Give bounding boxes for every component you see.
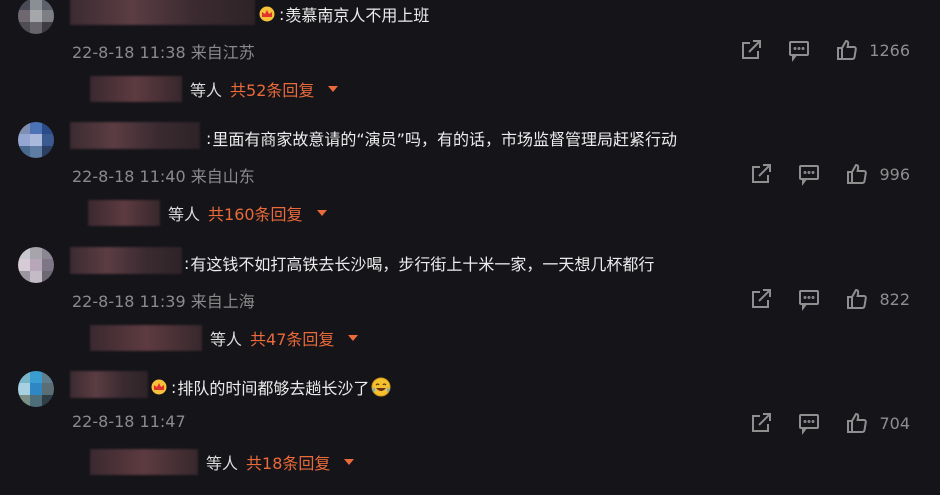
reply-suffix: 等人 bbox=[206, 454, 239, 473]
share-icon[interactable] bbox=[749, 162, 773, 186]
crown-icon bbox=[259, 6, 275, 22]
comment-icon[interactable] bbox=[797, 162, 821, 186]
reply-count-link[interactable]: 共18条回复 bbox=[246, 450, 355, 474]
comment-text-line: : 羡慕南京人不用上班 bbox=[258, 2, 429, 26]
share-icon[interactable] bbox=[749, 287, 773, 311]
reply-count-text: 共18条回复 bbox=[246, 454, 331, 473]
username-blurred[interactable] bbox=[70, 247, 182, 274]
comment-item: : 排队的时间都够去趟长沙了 22-8-18 11:47 704 等人 共18条… bbox=[0, 371, 940, 495]
dropdown-arrow-icon bbox=[328, 86, 339, 92]
avatar[interactable] bbox=[18, 371, 54, 407]
like-count: 704 bbox=[879, 413, 910, 433]
comment-meta: 22-8-18 11:47 bbox=[72, 412, 186, 431]
reply-suffix: 等人 bbox=[210, 330, 243, 349]
comment-meta: 22-8-18 11:40 来自山东 bbox=[72, 163, 255, 187]
avatar[interactable] bbox=[18, 247, 54, 283]
comment-text-line: : 里面有商家故意请的“演员”吗，有的话，市场监督管理局赶紧行动 bbox=[206, 126, 677, 150]
reply-count-text: 共47条回复 bbox=[250, 330, 335, 349]
comment-text: 排队的时间都够去趟长沙了 bbox=[177, 379, 370, 398]
share-icon[interactable] bbox=[739, 38, 763, 62]
like-count: 822 bbox=[879, 289, 910, 309]
reply-summary[interactable]: 等人 共52条回复 bbox=[90, 76, 339, 102]
reply-names-blurred bbox=[90, 449, 198, 475]
reply-count-link[interactable]: 共52条回复 bbox=[230, 77, 339, 101]
like-icon[interactable] bbox=[845, 411, 869, 435]
comment-time: 22-8-18 11:38 bbox=[72, 43, 186, 62]
reply-summary[interactable]: 等人 共47条回复 bbox=[90, 325, 359, 351]
like-icon[interactable] bbox=[835, 38, 859, 62]
avatar[interactable] bbox=[18, 0, 54, 34]
comment-location: 来自山东 bbox=[190, 167, 255, 186]
dropdown-arrow-icon bbox=[348, 335, 359, 341]
username-blurred[interactable] bbox=[70, 122, 200, 149]
comment-text-line: : 排队的时间都够去趟长沙了 bbox=[150, 375, 391, 399]
like-count: 996 bbox=[879, 164, 910, 184]
comment-actions: 996 bbox=[749, 162, 910, 186]
username-blurred[interactable] bbox=[70, 371, 148, 398]
share-icon[interactable] bbox=[749, 411, 773, 435]
comment-time: 22-8-18 11:47 bbox=[72, 412, 186, 431]
crown-icon bbox=[151, 379, 167, 395]
reply-suffix: 等人 bbox=[190, 81, 223, 100]
crying-laughing-emoji-icon bbox=[371, 377, 391, 397]
comment-item: : 里面有商家故意请的“演员”吗，有的话，市场监督管理局赶紧行动 22-8-18… bbox=[0, 122, 940, 246]
like-icon[interactable] bbox=[845, 287, 869, 311]
reply-count-link[interactable]: 共160条回复 bbox=[208, 201, 327, 225]
reply-summary[interactable]: 等人 共18条回复 bbox=[90, 449, 355, 475]
comment-icon[interactable] bbox=[797, 411, 821, 435]
dropdown-arrow-icon bbox=[344, 459, 355, 465]
reply-names-blurred bbox=[90, 325, 202, 351]
username-blurred[interactable] bbox=[70, 0, 255, 25]
comment-actions: 704 bbox=[749, 411, 910, 435]
comment-icon[interactable] bbox=[787, 38, 811, 62]
reply-summary[interactable]: 等人 共160条回复 bbox=[88, 200, 327, 226]
like-count: 1266 bbox=[869, 40, 910, 60]
reply-count-link[interactable]: 共47条回复 bbox=[250, 326, 359, 350]
comment-text: 里面有商家故意请的“演员”吗，有的话，市场监督管理局赶紧行动 bbox=[212, 130, 677, 149]
comment-item: : 有这钱不如打高铁去长沙喝，步行街上十米一家，一天想几杯都行 22-8-18 … bbox=[0, 247, 940, 371]
comment-icon[interactable] bbox=[797, 287, 821, 311]
like-icon[interactable] bbox=[845, 162, 869, 186]
comment-location: 来自上海 bbox=[190, 292, 255, 311]
reply-count-text: 共160条回复 bbox=[208, 205, 303, 224]
comment-time: 22-8-18 11:39 bbox=[72, 292, 186, 311]
reply-names-blurred bbox=[88, 200, 160, 226]
comment-text-line: : 有这钱不如打高铁去长沙喝，步行街上十米一家，一天想几杯都行 bbox=[184, 251, 654, 275]
comment-time: 22-8-18 11:40 bbox=[72, 167, 186, 186]
comment-actions: 822 bbox=[749, 287, 910, 311]
avatar[interactable] bbox=[18, 122, 54, 158]
reply-names-blurred bbox=[90, 76, 182, 102]
dropdown-arrow-icon bbox=[316, 210, 327, 216]
comment-item: : 羡慕南京人不用上班 22-8-18 11:38 来自江苏 1266 等人 共… bbox=[0, 0, 940, 122]
reply-count-text: 共52条回复 bbox=[230, 81, 315, 100]
comment-text: 有这钱不如打高铁去长沙喝，步行街上十米一家，一天想几杯都行 bbox=[190, 255, 655, 274]
reply-suffix: 等人 bbox=[168, 205, 201, 224]
comment-actions: 1266 bbox=[739, 38, 910, 62]
comment-meta: 22-8-18 11:39 来自上海 bbox=[72, 288, 255, 312]
comment-location: 来自江苏 bbox=[190, 43, 255, 62]
comment-meta: 22-8-18 11:38 来自江苏 bbox=[72, 39, 255, 63]
comment-text: 羡慕南京人不用上班 bbox=[285, 6, 430, 25]
